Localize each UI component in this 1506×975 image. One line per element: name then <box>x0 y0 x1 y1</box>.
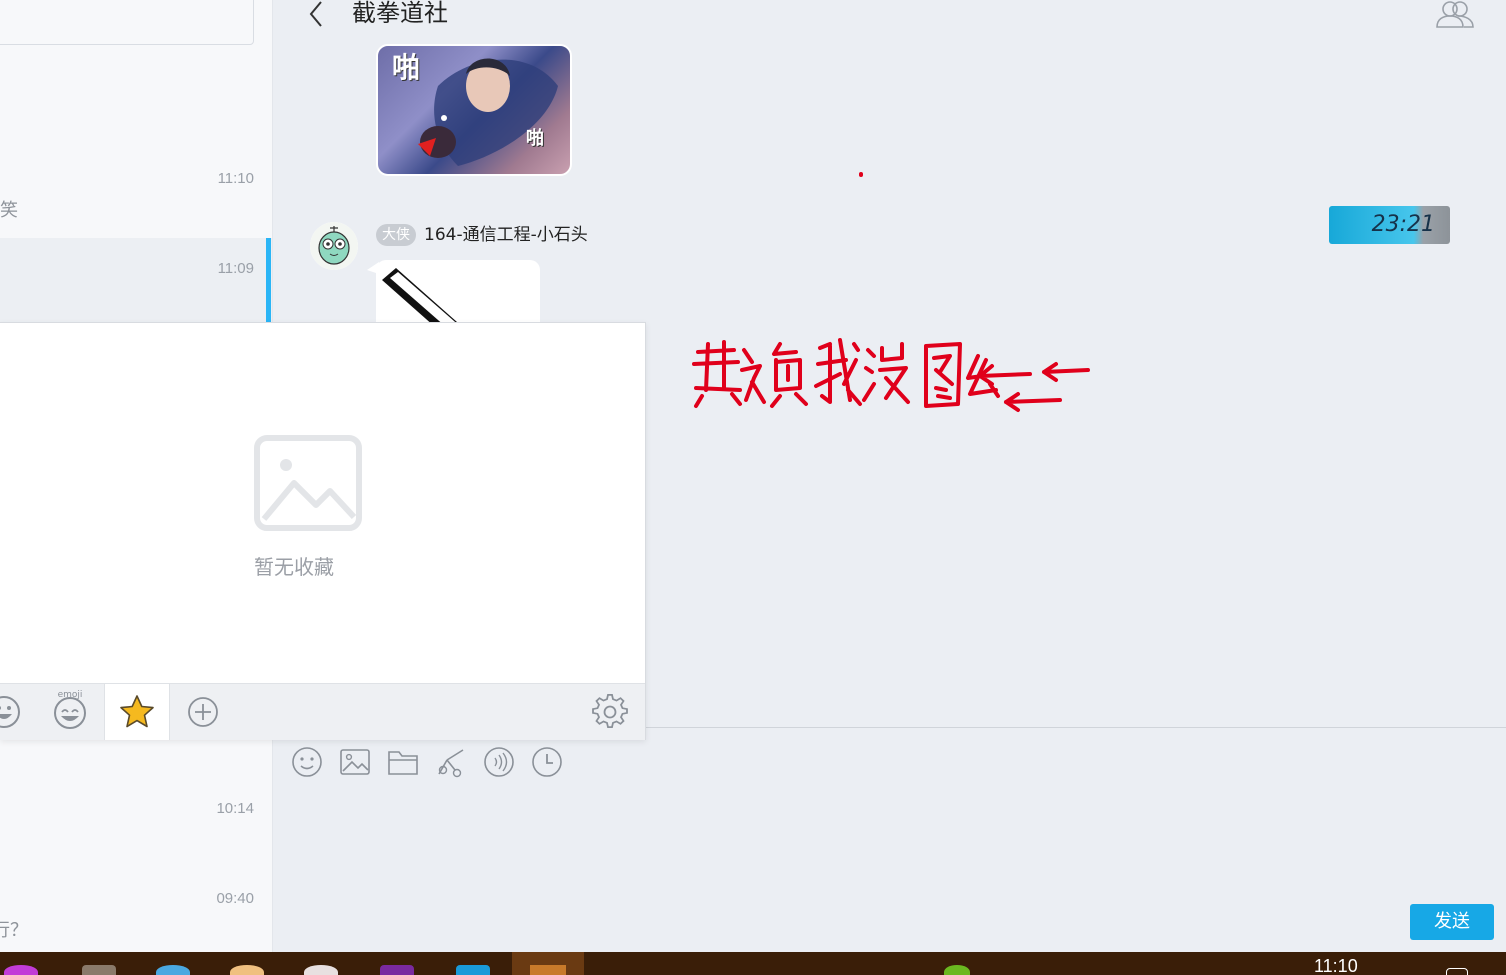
handwritten-annotation <box>692 338 1090 412</box>
sender-name[interactable]: 164-通信工程-小石头 <box>424 224 588 246</box>
clock-time: 23:21 <box>1371 212 1435 237</box>
taskbar-app-icon[interactable] <box>230 965 264 975</box>
emoji-panel-tabs: emoji <box>0 683 645 740</box>
taskbar-clock[interactable]: 11:10 <box>1314 956 1358 975</box>
tray-icon[interactable] <box>944 965 970 975</box>
conversation-item[interactable]: 11:10 笑 <box>0 140 272 230</box>
empty-favorites-text: 暂无收藏 <box>254 555 334 579</box>
notification-icon[interactable] <box>1446 968 1468 975</box>
conversation-time: 10:14 <box>216 800 254 817</box>
emoji-panel: 暂无收藏 emoji <box>0 322 646 740</box>
voice-icon[interactable] <box>483 746 515 778</box>
conversation-item[interactable]: 10:14 <box>0 780 272 870</box>
empty-image-icon <box>254 435 362 531</box>
sticker-caption: 啪 <box>392 51 421 84</box>
settings-gear-icon[interactable] <box>592 694 628 730</box>
sender-avatar[interactable] <box>310 222 358 270</box>
folder-icon[interactable] <box>387 746 419 778</box>
taskbar-app-icon[interactable] <box>456 965 490 975</box>
taskbar-app-icon[interactable] <box>380 965 414 975</box>
chat-title: 截拳道社 <box>352 0 448 27</box>
add-icon[interactable] <box>186 695 220 729</box>
emoji-tab-icon[interactable]: emoji <box>52 690 88 730</box>
emoji-tabs-group: emoji <box>0 684 104 740</box>
annotation-dot <box>859 172 863 177</box>
image-icon[interactable] <box>339 746 371 778</box>
conversation-time: 09:40 <box>216 890 254 907</box>
taskbar-active-app[interactable] <box>512 952 584 975</box>
member-rank-badge: 大侠 <box>376 224 416 246</box>
conversation-preview: 行？ <box>0 920 28 941</box>
favorites-tab[interactable] <box>104 684 170 740</box>
taskbar-app-icon[interactable] <box>4 965 38 975</box>
back-arrow-icon[interactable] <box>306 0 328 28</box>
history-icon[interactable] <box>531 746 563 778</box>
active-conversation-indicator <box>266 238 271 324</box>
group-members-icon[interactable] <box>1434 0 1476 30</box>
conversation-item-active[interactable]: 11:09 <box>0 238 272 328</box>
send-button[interactable]: 发送 <box>1410 904 1494 940</box>
sticker-caption: 啪 <box>526 128 544 149</box>
desktop-clock-widget: 23:21 <box>1329 206 1450 244</box>
search-input[interactable] <box>0 0 254 45</box>
emoji-tab-label: emoji <box>58 690 83 700</box>
sticker-image[interactable]: 啪 啪 <box>376 44 572 176</box>
screenshot-icon[interactable] <box>435 746 467 778</box>
conversation-item[interactable]: 09:40 行？ <box>0 870 272 952</box>
taskbar-app-icon[interactable] <box>156 965 190 975</box>
conversation-time: 11:10 <box>217 170 254 187</box>
taskbar: 11:10 <box>0 952 1506 975</box>
emoji-face-icon[interactable] <box>0 694 22 730</box>
star-icon <box>120 695 154 728</box>
taskbar-app-icon[interactable] <box>304 965 338 975</box>
taskbar-app-icon[interactable] <box>82 965 116 975</box>
conversation-time: 11:09 <box>217 260 254 277</box>
conversation-preview: 笑 <box>0 200 18 221</box>
emoji-icon[interactable] <box>291 746 323 778</box>
